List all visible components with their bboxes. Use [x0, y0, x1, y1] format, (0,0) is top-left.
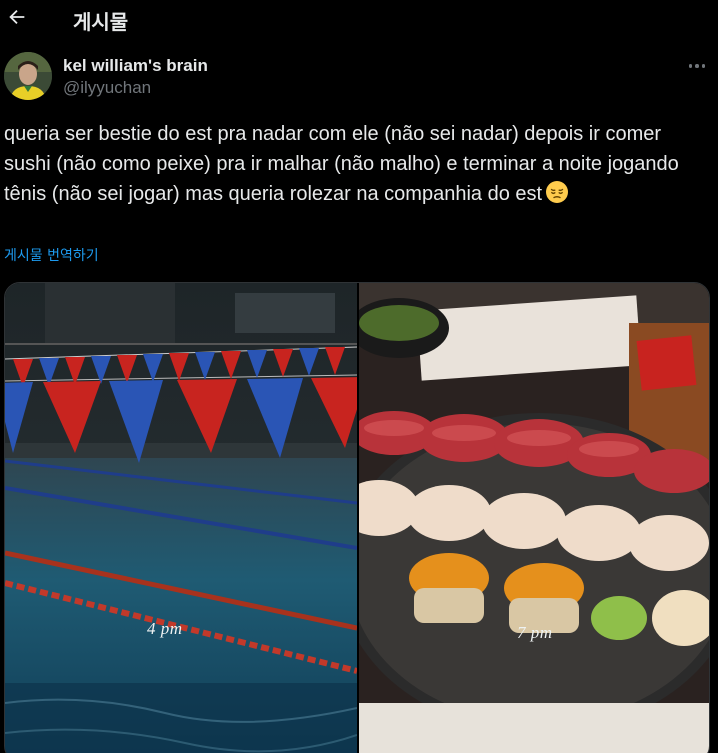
media-photo-sushi[interactable]: 7 pm [339, 283, 709, 753]
page-title: 게시물 [73, 10, 129, 34]
more-dot-icon [701, 64, 706, 68]
media-photo-pool[interactable]: 4 pm [5, 283, 367, 753]
photo-caption: 7 pm [517, 623, 553, 642]
avatar[interactable] [4, 52, 52, 100]
tweet-body: queria ser bestie do est pra nadar com e… [4, 123, 685, 205]
sushi-icon [339, 283, 709, 753]
pool-icon [5, 283, 367, 753]
arrow-left-icon [9, 9, 25, 25]
photo-caption: 4 pm [147, 619, 183, 638]
display-name[interactable]: kel william's brain [63, 55, 208, 77]
more-dot-icon [695, 64, 699, 68]
back-button[interactable] [4, 2, 30, 32]
translate-post-link[interactable]: 게시물 번역하기 [4, 245, 99, 265]
more-options-button[interactable] [682, 56, 712, 76]
more-dot-icon [688, 64, 693, 68]
user-handle[interactable]: @ilyyuchan [63, 77, 208, 99]
pensive-face-icon [546, 181, 569, 203]
author-info: kel william's brain @ilyyuchan [63, 55, 208, 99]
tweet-text: queria ser bestie do est pra nadar com e… [4, 119, 704, 209]
avatar-image [4, 52, 52, 100]
media-grid: 4 pm 7 pm [4, 282, 710, 753]
top-bar: 게시물 [0, 0, 718, 38]
